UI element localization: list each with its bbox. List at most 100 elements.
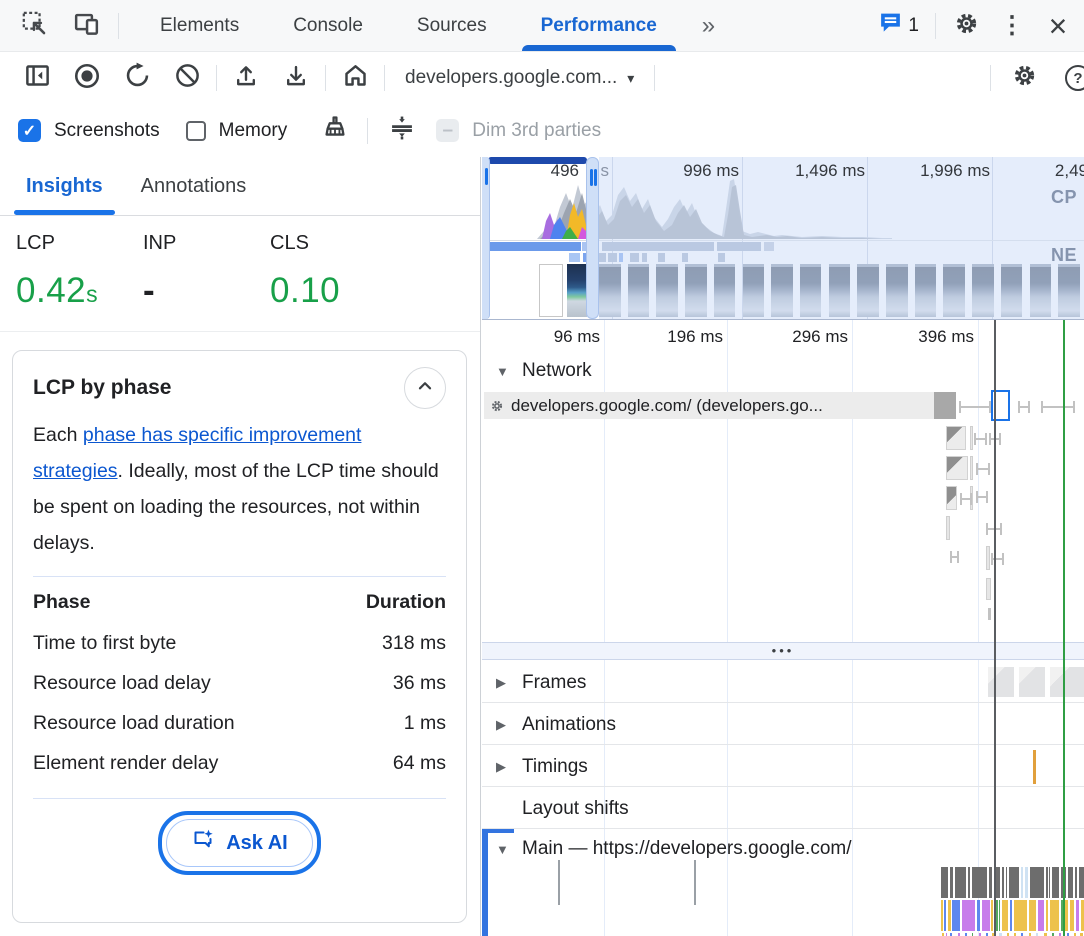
network-request-bar[interactable]: [959, 401, 991, 413]
timeline-overview[interactable]: 496s996 ms1,496 ms1,996 ms2,49 CP NE: [482, 157, 1084, 320]
metric-inp[interactable]: INP -: [143, 232, 270, 311]
network-request-bar[interactable]: [946, 486, 957, 510]
tab-console[interactable]: Console: [266, 0, 390, 51]
inspect-element-button[interactable]: [14, 6, 54, 46]
flame-segment[interactable]: [1002, 867, 1004, 898]
flame-segment[interactable]: [972, 867, 987, 898]
network-request-bar[interactable]: [986, 578, 991, 600]
garbage-collect-button[interactable]: [315, 111, 355, 151]
flame-segment[interactable]: [1046, 900, 1048, 931]
tab-elements[interactable]: Elements: [133, 0, 266, 51]
network-request-bar[interactable]: [991, 553, 1004, 565]
load-profile-button[interactable]: [226, 58, 266, 98]
flame-segment[interactable]: [1049, 867, 1050, 898]
flame-segment[interactable]: [1038, 900, 1044, 931]
flame-segment[interactable]: [1006, 867, 1007, 898]
flame-segment[interactable]: [1076, 900, 1079, 931]
flame-segment[interactable]: [944, 900, 946, 931]
flame-segment[interactable]: [1046, 867, 1048, 898]
flame-segment[interactable]: [991, 900, 993, 931]
record-and-reload-button[interactable]: [117, 58, 157, 98]
flame-segment[interactable]: [941, 900, 943, 931]
flame-segment[interactable]: [950, 867, 953, 898]
flame-segment[interactable]: [962, 900, 975, 931]
timeline-tracks[interactable]: 96 ms196 ms296 ms396 ms ▼ Network develo…: [482, 320, 1084, 936]
network-request-bar[interactable]: [976, 491, 988, 503]
flame-segment[interactable]: [1030, 867, 1044, 898]
frame-thumbnail[interactable]: [986, 667, 1014, 697]
network-request-bar[interactable]: [1041, 401, 1075, 413]
frames-section-header[interactable]: ▶ Frames: [482, 672, 586, 694]
filmstrip-thumbnail[interactable]: [539, 264, 563, 317]
tab-sources[interactable]: Sources: [390, 0, 514, 51]
metric-lcp[interactable]: LCP 0.42s: [16, 232, 143, 311]
flame-segment[interactable]: [1070, 900, 1074, 931]
flame-segment[interactable]: [999, 900, 1000, 931]
filmstrip-thumbnail[interactable]: [567, 264, 587, 317]
network-request-bar[interactable]: [974, 433, 987, 445]
screenshots-checkbox[interactable]: ✓: [18, 119, 41, 142]
flame-segment[interactable]: [1068, 867, 1073, 898]
flame-segment[interactable]: [989, 867, 992, 898]
network-request-bar[interactable]: [970, 456, 973, 480]
tab-performance[interactable]: Performance: [514, 0, 684, 51]
network-request-bar[interactable]: [946, 426, 966, 450]
layout-shifts-section-header[interactable]: Layout shifts: [482, 798, 629, 820]
network-section-header[interactable]: ▼ Network: [482, 360, 592, 382]
more-tabs-button[interactable]: »: [684, 0, 731, 51]
settings-button[interactable]: [946, 6, 986, 46]
help-button[interactable]: ?: [1058, 58, 1084, 98]
flame-segment[interactable]: [1010, 900, 1012, 931]
save-profile-button[interactable]: [276, 58, 316, 98]
network-request-bar[interactable]: [950, 551, 959, 563]
flame-segment[interactable]: [1065, 867, 1066, 898]
animations-section-header[interactable]: ▶ Animations: [482, 714, 616, 736]
flame-segment[interactable]: [1025, 867, 1028, 898]
network-request-bar[interactable]: [946, 456, 968, 480]
flame-segment[interactable]: [1065, 900, 1068, 931]
window-left-handle[interactable]: [482, 157, 490, 319]
collapse-card-button[interactable]: [404, 367, 446, 409]
flame-segment[interactable]: [1050, 900, 1059, 931]
flame-segment[interactable]: [1014, 900, 1027, 931]
flame-segment[interactable]: [977, 900, 980, 931]
flame-segment[interactable]: [948, 900, 951, 931]
flame-segment[interactable]: [1052, 867, 1059, 898]
network-request-bar[interactable]: [960, 493, 972, 505]
ask-ai-button[interactable]: Ask AI: [166, 819, 313, 867]
flame-segment[interactable]: [941, 867, 948, 898]
flame-segment[interactable]: [955, 867, 966, 898]
network-request-bar[interactable]: [976, 463, 990, 475]
main-thread-section-header[interactable]: ▼ Main — https://developers.google.com/: [482, 838, 852, 860]
flame-segment[interactable]: [1079, 867, 1084, 898]
device-toolbar-button[interactable]: [66, 6, 106, 46]
flame-segment[interactable]: [1075, 867, 1077, 898]
flame-segment[interactable]: [968, 867, 970, 898]
home-button[interactable]: [335, 58, 375, 98]
flame-segment[interactable]: [982, 900, 990, 931]
metric-cls[interactable]: CLS 0.10: [270, 232, 397, 311]
network-request-bar[interactable]: [970, 426, 973, 450]
record-button[interactable]: [67, 58, 107, 98]
page-selector-dropdown[interactable]: developers.google.com... ▾: [389, 67, 650, 89]
flame-segment[interactable]: [1021, 867, 1023, 898]
network-request-bar[interactable]: [988, 608, 991, 620]
memory-option[interactable]: Memory: [186, 120, 288, 142]
window-right-handle[interactable]: [586, 157, 599, 319]
timings-section-header[interactable]: ▶ Timings: [482, 756, 588, 778]
tab-annotations[interactable]: Annotations: [129, 157, 259, 215]
tab-insights[interactable]: Insights: [14, 157, 115, 215]
capture-settings-button[interactable]: [1004, 58, 1044, 98]
memory-checkbox[interactable]: [186, 121, 206, 141]
network-request-bar[interactable]: [946, 516, 950, 540]
collapse-tracks-button[interactable]: [382, 111, 422, 151]
close-devtools-button[interactable]: ×: [1038, 6, 1078, 46]
flame-segment[interactable]: [1029, 900, 1036, 931]
network-request-bar[interactable]: developers.google.com/ (developers.go...: [484, 392, 936, 419]
flame-segment[interactable]: [1002, 900, 1008, 931]
flame-segment[interactable]: [1009, 867, 1019, 898]
network-request-bar[interactable]: [986, 546, 990, 570]
toggle-sidebar-button[interactable]: [17, 58, 57, 98]
issues-counter[interactable]: 1: [872, 10, 925, 41]
menu-button[interactable]: ⋮: [992, 6, 1032, 46]
